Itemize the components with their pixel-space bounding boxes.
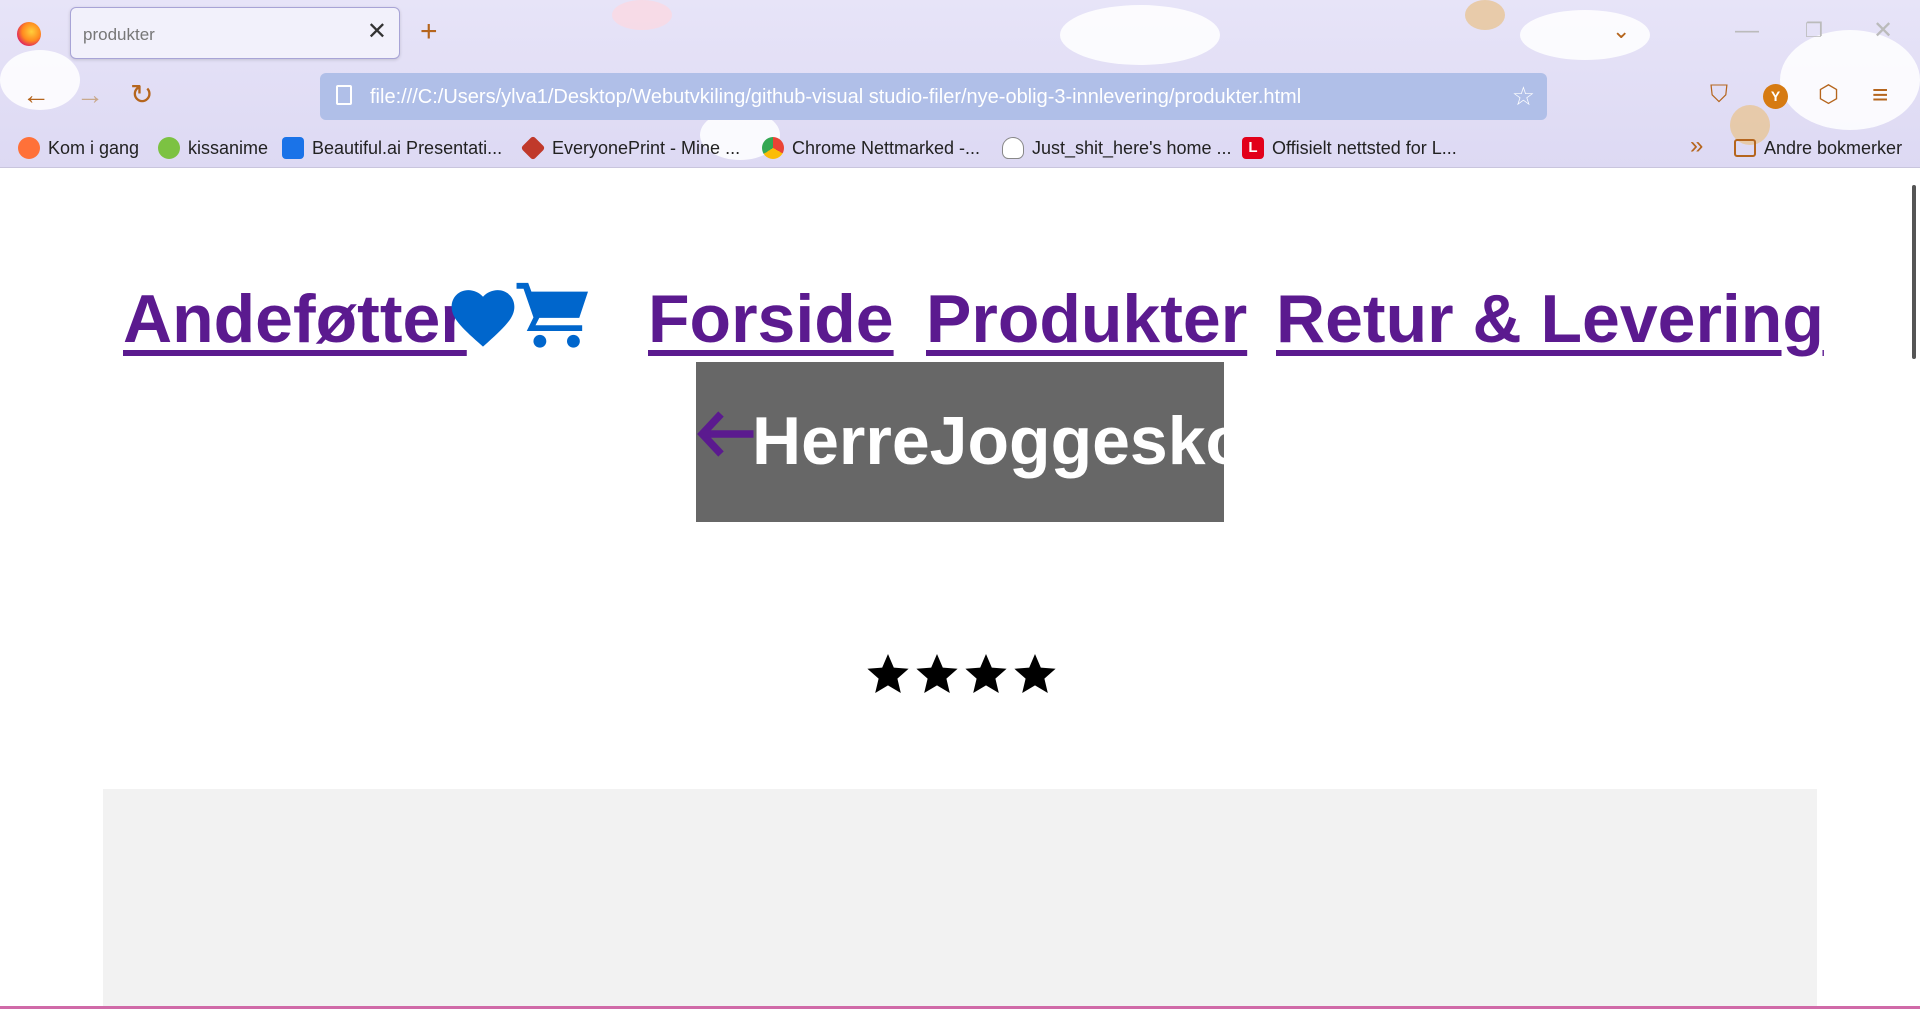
reload-button[interactable]: ↻ [130,80,153,110]
account-avatar[interactable]: Y [1763,84,1788,109]
l-logo-icon: L [1242,137,1264,159]
bookmark-item[interactable]: EveryonePrint - Mine ... [520,135,741,161]
page-viewport: Andeføtter Forside Produkter Retur & Lev… [0,169,1920,1009]
nav-link-retur-levering[interactable]: Retur & Levering [1276,280,1824,358]
heart-icon [451,290,515,347]
beautiful-ai-icon [282,137,304,159]
pocket-icon[interactable]: ⛉ [1710,80,1728,110]
page-icon [336,85,352,105]
bookmark-label: Beautiful.ai Presentati... [312,137,503,158]
tab-produkter[interactable]: produkter ✕ [70,7,400,59]
folder-icon [1734,139,1756,157]
star-icon [965,654,1007,693]
site-navigation: Andeføtter Forside Produkter Retur & Lev… [0,280,1920,360]
close-window-button[interactable]: ✕ [1873,16,1893,46]
restore-button[interactable]: ❐ [1805,16,1823,46]
back-arrow-icon[interactable] [696,404,756,464]
bookmark-label: Just_shit_here's home ... [1032,137,1232,158]
bookmarks-toolbar: Kom i gang kissanime Beautiful.ai Presen… [0,128,1920,166]
nav-link-produkter[interactable]: Produkter [926,280,1247,358]
bookmark-label: Offisielt nettsted for L... [1272,137,1457,158]
bookmark-star-icon[interactable]: ☆ [1512,81,1535,112]
bookmark-label: Andre bokmerker [1764,137,1903,158]
everyoneprint-icon [520,135,546,161]
firefox-icon[interactable] [17,22,41,46]
firefox-icon [18,137,40,159]
new-tab-button[interactable]: + [420,17,438,47]
menu-icon[interactable]: ≡ [1872,80,1888,110]
url-bar[interactable]: file:///C:/Users/ylva1/Desktop/Webutvkil… [320,73,1547,120]
browser-chrome: produkter ✕ + ⌄ — ❐ ✕ ← → ↻ file:///C:/U… [0,0,1920,168]
bookmark-label: kissanime [188,137,269,158]
product-category-header: HerreJoggesko [696,362,1247,522]
tab-title: produkter [83,25,155,44]
more-bookmarks-icon[interactable]: » [1690,132,1703,160]
star-rating [864,651,1060,701]
page-title: HerreJoggesko [752,403,1248,479]
bookmark-item[interactable]: Just_shit_here's home ... [1002,136,1232,160]
star-icon [1014,654,1056,693]
bookmark-label: Chrome Nettmarked -... [792,137,981,158]
kissanime-icon [158,137,180,159]
nav-link-forside[interactable]: Forside [648,280,894,358]
chrome-webstore-icon [762,137,784,159]
ghost-icon [1002,137,1024,159]
bookmark-label: EveryonePrint - Mine ... [552,137,741,158]
brand-link[interactable]: Andeføtter [123,280,467,358]
list-all-tabs-icon[interactable]: ⌄ [1612,18,1630,44]
bookmark-item[interactable]: kissanime [158,136,268,160]
tab-close-icon[interactable]: ✕ [367,20,387,44]
bookmark-item[interactable]: Beautiful.ai Presentati... [282,136,502,160]
bookmark-item[interactable]: Chrome Nettmarked -... [762,136,980,160]
url-text[interactable]: file:///C:/Users/ylva1/Desktop/Webutvkil… [370,86,1301,109]
star-icon [916,654,958,693]
shopping-cart-icon[interactable] [514,280,592,350]
extensions-icon[interactable]: ⬡ [1818,80,1839,110]
product-panel [103,789,1817,1009]
tab-bar: produkter ✕ + ⌄ — ❐ ✕ [0,0,1920,64]
bookmark-item[interactable]: Kom i gang [18,136,139,160]
bookmark-label: Kom i gang [48,137,140,158]
navigation-bar: ← → ↻ file:///C:/Users/ylva1/Desktop/Web… [0,64,1920,128]
other-bookmarks-folder[interactable]: Andre bokmerker [1734,136,1902,160]
scrollbar-thumb[interactable] [1912,185,1916,359]
bookmark-item[interactable]: L Offisielt nettsted for L... [1242,136,1457,160]
star-icon [867,654,909,693]
minimize-button[interactable]: — [1735,16,1759,46]
back-button[interactable]: ← [22,80,50,110]
forward-button[interactable]: → [76,80,104,110]
